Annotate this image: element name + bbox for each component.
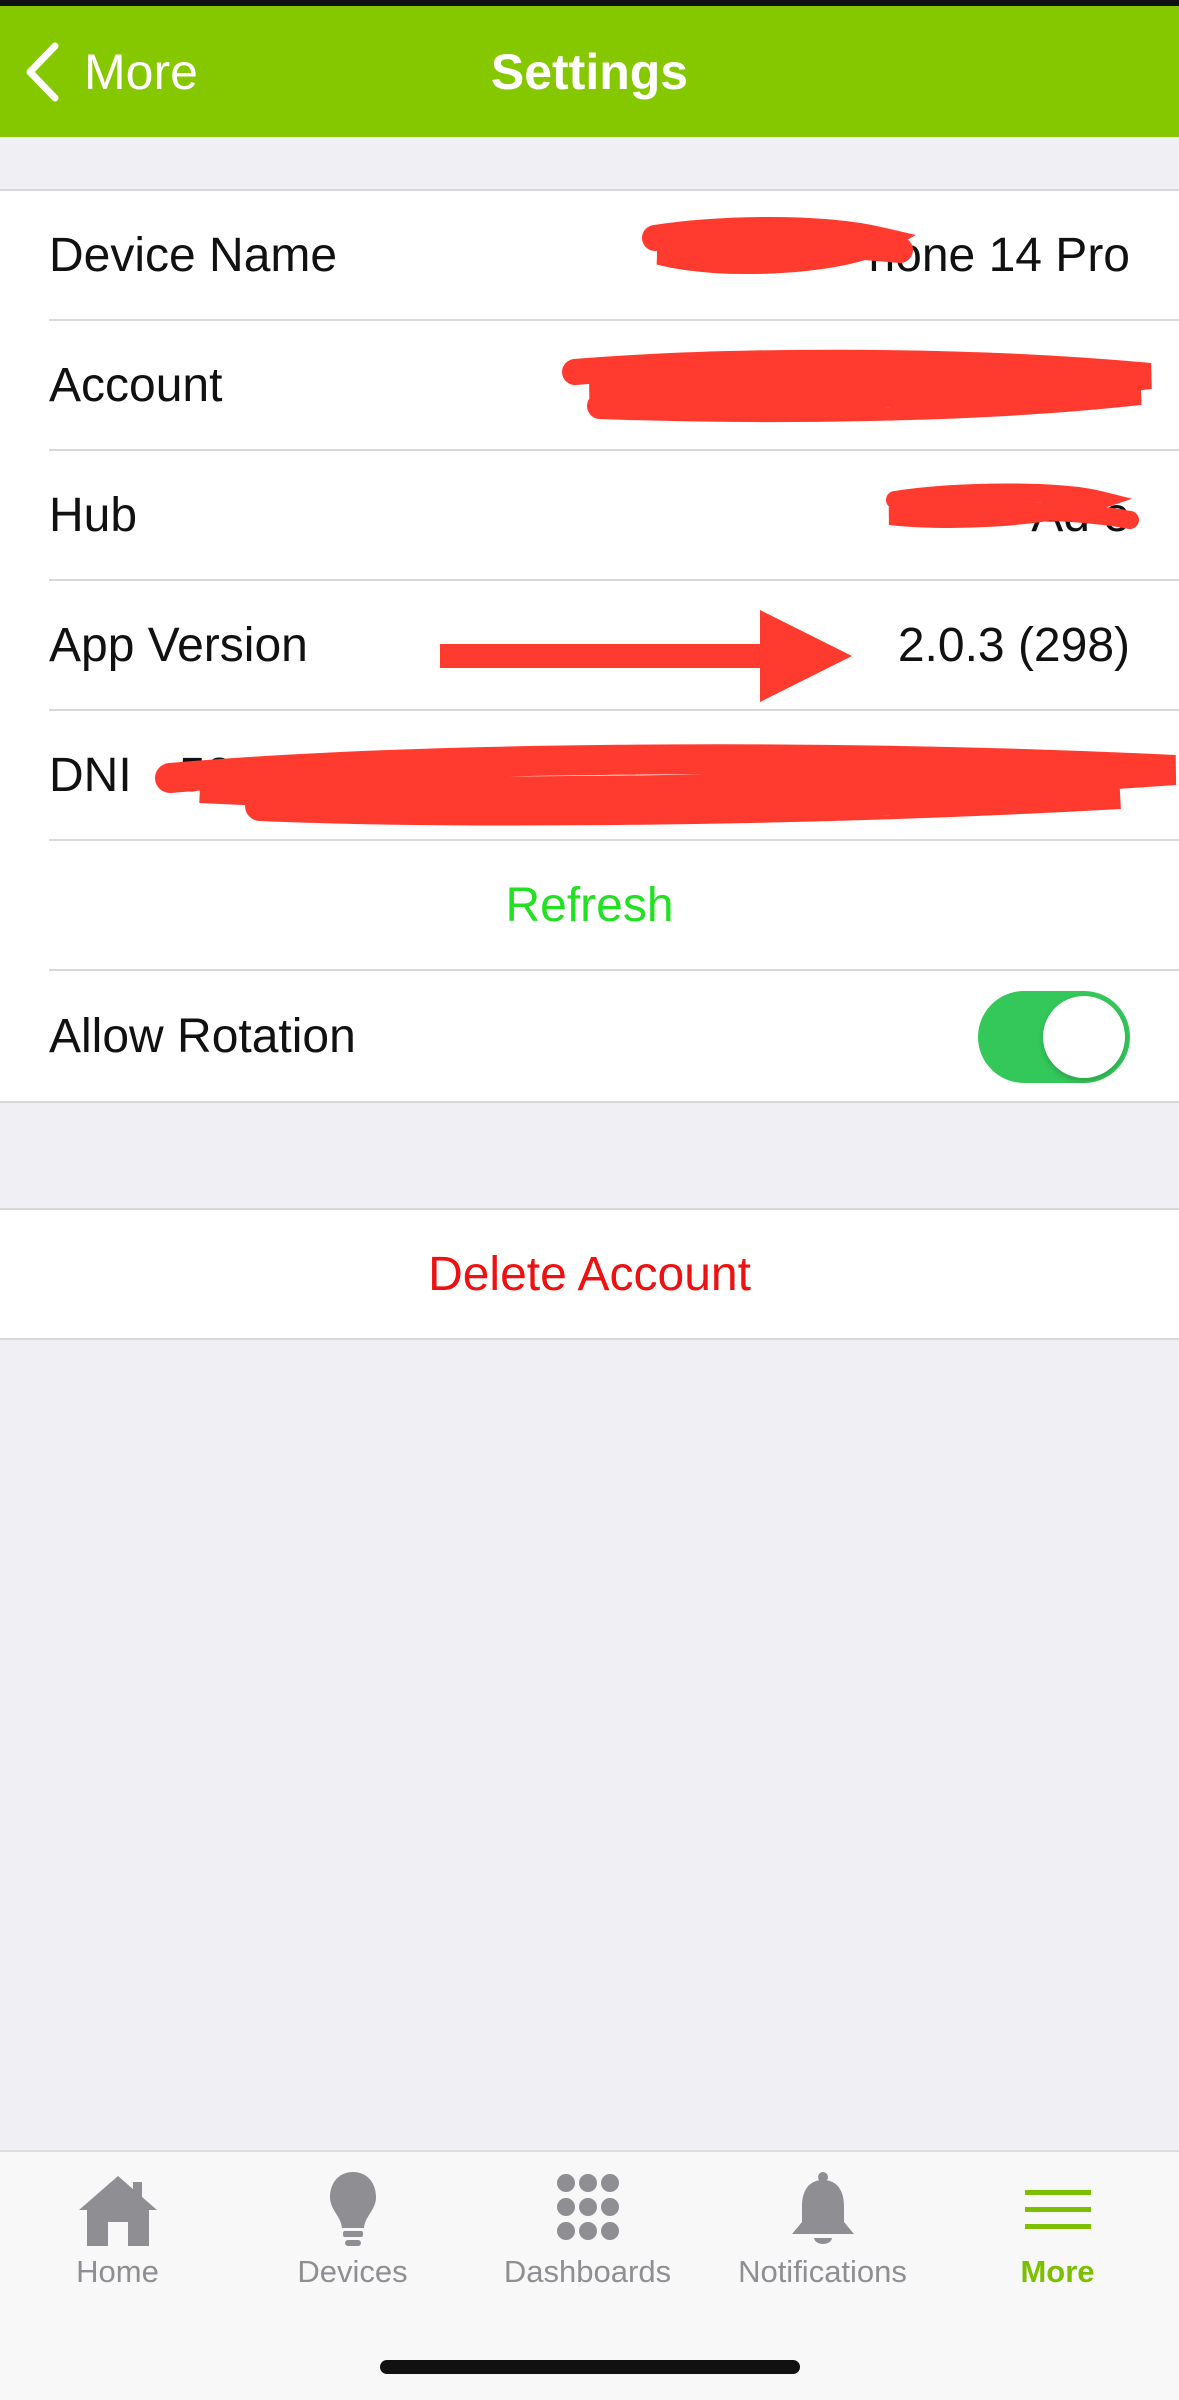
- home-icon: [73, 2170, 163, 2250]
- delete-account-button[interactable]: Delete Account: [428, 1247, 751, 1302]
- home-indicator[interactable]: [380, 2360, 800, 2374]
- hub-value: Ad e: [1031, 488, 1130, 542]
- tab-dashboards[interactable]: Dashboards: [470, 2170, 705, 2300]
- app-version-value: 2.0.3 (298): [897, 618, 1130, 672]
- tab-more[interactable]: More: [940, 2170, 1175, 2300]
- lightbulb-icon: [308, 2170, 398, 2250]
- refresh-row[interactable]: Refresh: [49, 841, 1179, 971]
- tab-more-label: More: [1020, 2254, 1095, 2289]
- tab-devices-label: Devices: [297, 2254, 408, 2289]
- device-name-value: hone 14 Pro: [868, 228, 1130, 282]
- allow-rotation-row: Allow Rotation: [49, 971, 1179, 1101]
- hub-row: Hub Ad e: [49, 451, 1179, 581]
- account-label: Account: [49, 358, 223, 412]
- tab-devices[interactable]: Devices: [235, 2170, 470, 2300]
- tab-notifications-label: Notifications: [738, 2254, 907, 2289]
- app-version-label: App Version: [49, 618, 308, 672]
- dni-label: DNI: [49, 748, 132, 802]
- app-version-row: App Version 2.0.3 (298): [49, 581, 1179, 711]
- hamburger-menu-icon: [1013, 2170, 1103, 2250]
- settings-group: Device Name hone 14 Pro Account m om Hub…: [0, 189, 1179, 1103]
- allow-rotation-label: Allow Rotation: [49, 1009, 356, 1063]
- dni-row: DNI 52 D4DD261: [49, 711, 1179, 841]
- device-name-label: Device Name: [49, 228, 338, 282]
- hub-label: Hub: [49, 488, 138, 542]
- settings-screen: More Settings Device Name hone 14 Pro Ac…: [0, 0, 1179, 2400]
- allow-rotation-toggle[interactable]: [978, 991, 1130, 1083]
- bell-icon: [778, 2170, 868, 2250]
- tab-home[interactable]: Home: [0, 2170, 235, 2300]
- chevron-left-icon: [26, 42, 59, 101]
- account-value: m om: [1010, 358, 1130, 412]
- tab-dashboards-label: Dashboards: [503, 2254, 672, 2289]
- dni-value: 52 D4DD261: [179, 748, 457, 802]
- account-row: Account m om: [49, 321, 1179, 451]
- refresh-button[interactable]: Refresh: [505, 878, 673, 933]
- tab-notifications[interactable]: Notifications: [705, 2170, 940, 2300]
- toggle-knob: [1043, 996, 1125, 1078]
- back-button[interactable]: More: [22, 6, 198, 137]
- account-actions-group: Delete Account: [0, 1208, 1179, 1340]
- navigation-bar: More Settings: [0, 6, 1179, 137]
- tab-home-label: Home: [76, 2254, 159, 2289]
- device-name-row: Device Name hone 14 Pro: [49, 191, 1179, 321]
- delete-account-row[interactable]: Delete Account: [0, 1210, 1179, 1338]
- back-button-label: More: [84, 43, 198, 100]
- grid-dots-icon: [543, 2170, 633, 2250]
